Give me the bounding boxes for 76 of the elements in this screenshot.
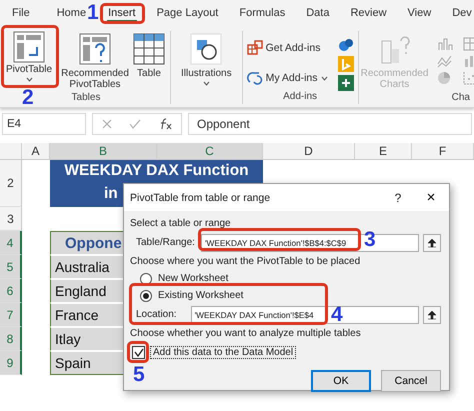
caret-icon xyxy=(320,76,328,80)
ribbon-tab[interactable]: Review xyxy=(349,6,388,22)
name-box[interactable]: E4 xyxy=(2,113,86,135)
check-icon xyxy=(134,348,144,356)
ribbon-tab[interactable]: File xyxy=(11,6,31,22)
row-header[interactable]: 9 xyxy=(0,351,22,375)
column-header[interactable]: D xyxy=(263,143,355,159)
step-number: 2 xyxy=(22,88,34,108)
group-label: Cha xyxy=(452,92,470,104)
recommended-pivot-tables-button[interactable]: Recommended PivotTables xyxy=(63,31,127,92)
column-header[interactable]: B xyxy=(50,143,157,159)
column-chart-icon xyxy=(436,37,453,51)
row-header[interactable]: 6 xyxy=(0,279,22,303)
ribbon-tab[interactable]: Home xyxy=(56,6,88,22)
highlight-box xyxy=(127,341,149,363)
ribbon-tab[interactable]: View xyxy=(406,6,432,22)
row-header[interactable]: 3 xyxy=(0,207,22,231)
ribbon-tab[interactable]: Dev xyxy=(451,6,473,22)
group-label: Tables xyxy=(72,92,100,104)
ribbon-tab[interactable]: Insert xyxy=(107,6,137,22)
add-ins-icon xyxy=(246,70,263,86)
row-header[interactable]: 2 xyxy=(0,160,22,207)
pivot-table-button[interactable]: PivotTable xyxy=(6,31,52,83)
row-header[interactable]: 8 xyxy=(0,327,22,351)
upload-icon xyxy=(427,238,437,248)
ribbon-tab[interactable]: Formulas xyxy=(238,6,286,22)
option-label: Existing Worksheet xyxy=(158,290,244,301)
check-icon xyxy=(128,119,141,129)
ribbon-tab[interactable]: Page Layout xyxy=(156,6,220,22)
highlight-box xyxy=(100,3,145,24)
add-ins-icon xyxy=(246,40,263,56)
pie-chart-icon xyxy=(436,71,451,85)
line-chart-icon xyxy=(436,54,453,68)
cancel-icon xyxy=(102,119,112,129)
cancel-button[interactable]: Cancel xyxy=(381,370,441,392)
title-text: in xyxy=(104,185,118,203)
column-header[interactable]: E xyxy=(355,143,412,159)
column-header[interactable]: F xyxy=(412,143,474,159)
section-label: Select a table or range xyxy=(130,217,232,231)
pivot-table-icon xyxy=(13,31,45,63)
radio-button[interactable] xyxy=(140,272,152,284)
scatter-chart-icon xyxy=(462,71,474,85)
step-number: 1 xyxy=(87,3,99,23)
row-header[interactable]: 5 xyxy=(0,255,22,279)
close-button[interactable]: × xyxy=(413,188,449,207)
step-number: 5 xyxy=(133,365,145,385)
table-button[interactable]: Table xyxy=(132,31,166,92)
ok-button[interactable]: OK xyxy=(311,370,371,392)
bar-chart-icon xyxy=(462,54,474,68)
checkbox-label: Add this data to the Data Model xyxy=(150,346,296,358)
collapse-button[interactable] xyxy=(423,234,441,252)
title-text: WEEKDAY DAX Function xyxy=(64,162,249,180)
my-add-ins-button[interactable]: My Add-ins xyxy=(246,70,328,86)
get-add-ins-button[interactable]: Get Add-ins xyxy=(246,40,328,56)
table-icon xyxy=(133,33,165,65)
row-header[interactable]: 4 xyxy=(0,231,22,255)
column-header[interactable]: C xyxy=(157,143,263,159)
step-number: 4 xyxy=(331,305,343,325)
formula-field[interactable]: Opponent xyxy=(188,113,472,135)
upload-icon xyxy=(427,310,437,320)
caret-icon xyxy=(26,77,32,82)
table-question-icon xyxy=(79,33,111,65)
function-icon xyxy=(158,118,172,130)
ribbon-tab[interactable]: Data xyxy=(305,6,330,22)
caret-icon xyxy=(202,81,210,86)
shapes-icon xyxy=(190,33,222,65)
dialog-title: PivotTable from table or range xyxy=(130,192,272,204)
help-button[interactable]: ? xyxy=(383,190,413,204)
highlight-box xyxy=(1,25,59,88)
option-label: New Worksheet xyxy=(158,273,228,284)
checkbox[interactable] xyxy=(132,346,145,358)
radio-button[interactable] xyxy=(140,290,152,302)
row-header[interactable]: 7 xyxy=(0,303,22,327)
collapse-button[interactable] xyxy=(423,306,441,324)
group-label: Add-ins xyxy=(283,91,317,104)
illustrations-button[interactable]: Illustrations xyxy=(175,31,238,91)
